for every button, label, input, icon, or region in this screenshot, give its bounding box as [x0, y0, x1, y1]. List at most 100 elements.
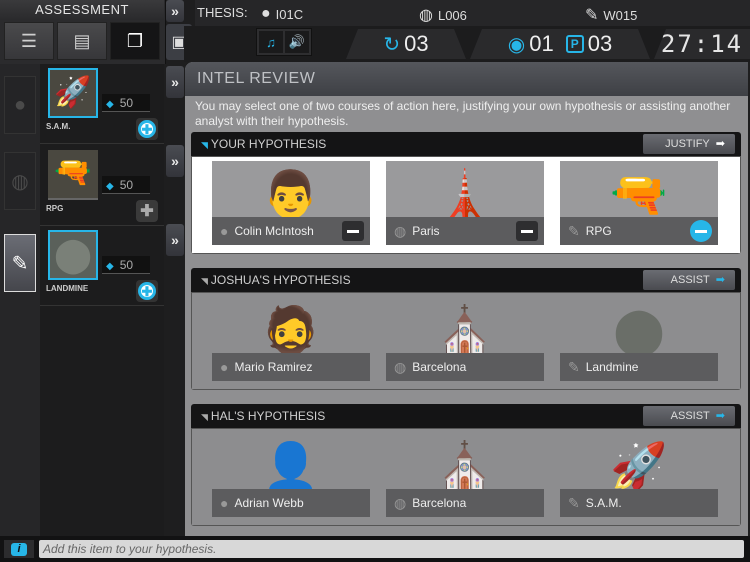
category-weapon[interactable]: ✎: [4, 234, 36, 292]
merit-icon: ◉: [507, 33, 526, 56]
list-item[interactable]: 🔫 RPG ◆ 50 ✚: [40, 146, 164, 226]
sound-toggle[interactable]: 🔊: [285, 31, 309, 53]
checklist-icon: ☰: [20, 30, 38, 51]
hypothesis-body: 👨 ● Colin McIntosh 🗼 ◍ Paris 🔫 ✎ RPG: [191, 156, 741, 254]
gun-icon: ✎: [585, 7, 599, 24]
add-item-button[interactable]: ✚: [136, 200, 158, 222]
globe-pin-icon: ◍: [394, 494, 407, 511]
music-toggle[interactable]: ♫: [259, 31, 283, 53]
remove-weapon-button[interactable]: [690, 220, 712, 242]
status-bar: i Add this item to your hypothesis.: [0, 536, 750, 562]
assist-button[interactable]: ASSIST ➡: [643, 406, 735, 426]
person-icon: ●: [220, 495, 229, 511]
suspect-name: Adrian Webb: [234, 496, 304, 510]
document-icon: ▤: [73, 30, 91, 51]
justify-button[interactable]: JUSTIFY ➡: [643, 134, 735, 154]
weapon-image: 🚀: [610, 440, 668, 492]
plus-icon: ✚: [140, 203, 154, 220]
documents-icon: ❐: [126, 30, 144, 51]
intel-review-panel: INTEL REVIEW You may select one of two c…: [185, 62, 748, 536]
globe-pin-icon: ◍: [394, 222, 407, 239]
globe-pin-icon: ◍: [11, 170, 29, 193]
minus-icon: [347, 229, 359, 233]
suspect-card[interactable]: 👤 ● Adrian Webb: [212, 433, 370, 517]
hypothesis-body: 👤 ● Adrian Webb ⛪ ◍ Barcelona 🚀 ✎ S.A.M.: [191, 428, 741, 526]
assist-arrow-icon: ➡: [715, 274, 725, 286]
suspect-name: Mario Ramirez: [234, 360, 313, 374]
location-card[interactable]: ⛪ ◍ Barcelona: [386, 433, 544, 517]
weapon-image: 🔫: [610, 168, 668, 220]
panel-description: You may select one of two courses of act…: [195, 99, 731, 128]
music-icon: ♫: [266, 34, 276, 50]
arrow-right-icon: ➡: [715, 138, 725, 150]
location-name: Paris: [412, 224, 440, 238]
marker-icon: ◥: [201, 412, 208, 422]
weapon-name: S.A.M.: [585, 496, 622, 510]
weapon-card[interactable]: 🔫 ✎ RPG: [560, 161, 718, 245]
cost-diamond-icon: ◆: [106, 181, 114, 192]
minus-icon: [695, 229, 707, 233]
add-item-button[interactable]: ✚: [136, 280, 158, 302]
location-name: Barcelona: [412, 496, 467, 510]
assessment-title: ASSESSMENT: [0, 0, 164, 20]
expand-chevron-top[interactable]: »: [166, 0, 184, 22]
category-suspect[interactable]: ●: [4, 76, 36, 134]
thesis-bar: THESIS: ● I01C ◍ L006 ✎ W015: [195, 0, 750, 26]
list-item[interactable]: 🚀 S.A.M. ◆ 50 ✚: [40, 64, 164, 144]
location-card[interactable]: ⛪ ◍ Barcelona: [386, 297, 544, 381]
thesis-weapon[interactable]: ✎ W015: [585, 5, 637, 25]
thesis-suspect[interactable]: ● I01C: [261, 5, 303, 23]
suspect-card[interactable]: 👨 ● Colin McIntosh: [212, 161, 370, 245]
remove-location-button[interactable]: [516, 221, 538, 241]
item-cost: ◆ 50: [102, 256, 150, 274]
expand-chevron-landmine[interactable]: »: [166, 224, 184, 256]
suspect-portrait: 👤: [262, 440, 320, 492]
gun-icon: ✎: [568, 494, 580, 511]
assist-button[interactable]: ASSIST ➡: [643, 270, 735, 290]
add-item-button[interactable]: ✚: [136, 118, 158, 140]
weapon-name: RPG: [585, 224, 612, 238]
weapon-card[interactable]: 🚀 ✎ S.A.M.: [560, 433, 718, 517]
person-icon: ●: [13, 93, 27, 116]
suspect-card[interactable]: 🧔 ● Mario Ramirez: [212, 297, 370, 381]
points-icon: P: [566, 35, 584, 53]
panel-title: INTEL REVIEW: [185, 62, 748, 96]
plus-icon: ✚: [138, 282, 156, 300]
remove-suspect-button[interactable]: [342, 221, 364, 241]
turns-counter: ↻ 03: [346, 29, 466, 59]
tab-checklist[interactable]: ☰: [4, 22, 54, 60]
item-thumbnail[interactable]: 🔫: [48, 150, 98, 200]
suspect-portrait: 🧔: [262, 304, 320, 356]
expand-chevron-rpg[interactable]: »: [166, 145, 184, 177]
cost-diamond-icon: ◆: [106, 261, 114, 272]
location-image: ⛪: [436, 304, 494, 356]
minus-icon: [521, 229, 533, 233]
assessment-panel: ASSESSMENT ☰ ▤ ❐: [0, 0, 166, 64]
location-card[interactable]: 🗼 ◍ Paris: [386, 161, 544, 245]
tab-document[interactable]: ▤: [57, 22, 107, 60]
list-item[interactable]: ⬤ LANDMINE ◆ 50 ✚: [40, 226, 164, 306]
item-thumbnail[interactable]: 🚀: [48, 68, 98, 118]
speaker-icon: 🔊: [288, 34, 306, 49]
tab-documents[interactable]: ❐: [110, 22, 160, 60]
weapon-card[interactable]: ⬤ ✎ Landmine: [560, 297, 718, 381]
gun-icon: ✎: [568, 222, 580, 239]
suspect-name: Colin McIntosh: [234, 224, 314, 238]
info-icon: i: [11, 542, 27, 556]
gun-icon: ✎: [568, 358, 580, 375]
your-hypothesis: ◥ YOUR HYPOTHESIS JUSTIFY ➡ 👨 ● Colin McInt…: [191, 132, 741, 254]
hint-text: Add this item to your hypothesis.: [39, 540, 744, 558]
category-location[interactable]: ◍: [4, 152, 36, 210]
status-strip: ♫ 🔊 ↻ 03 ◉ 01 P 03 27:14: [184, 26, 750, 62]
item-name: S.A.M.: [46, 122, 71, 131]
hal-hypothesis: ◥ HAL'S HYPOTHESIS ASSIST ➡ 👤 ● Adrian Webb…: [191, 404, 741, 526]
info-button[interactable]: i: [4, 540, 34, 558]
refresh-icon: ↻: [383, 33, 401, 56]
item-name: LANDMINE: [46, 284, 89, 293]
item-thumbnail[interactable]: ⬤: [48, 230, 98, 280]
cost-diamond-icon: ◆: [106, 99, 114, 110]
assist-arrow-icon: ➡: [715, 410, 725, 422]
thesis-label: THESIS:: [197, 5, 248, 20]
thesis-location[interactable]: ◍ L006: [419, 5, 467, 25]
expand-chevron-sam[interactable]: »: [166, 66, 184, 98]
